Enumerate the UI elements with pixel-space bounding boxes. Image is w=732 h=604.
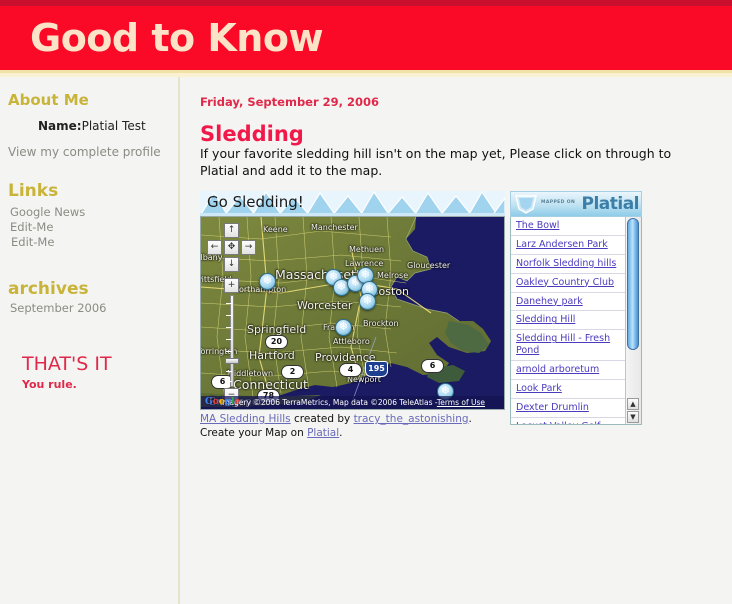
- main-content: Friday, September 29, 2006 Sledding If y…: [180, 77, 732, 604]
- zoom-tick: [226, 351, 232, 353]
- sidebar-footer-thats-it: THAT'S IT: [22, 353, 112, 375]
- map-caption: MA Sledding Hills created by tracy_the_a…: [200, 413, 500, 440]
- scroll-down-arrow-icon[interactable]: ▼: [627, 411, 639, 424]
- sidebar-heading-about-me: About Me: [8, 91, 89, 109]
- site-title: Good to Know: [30, 16, 324, 60]
- sidebar-link-edit-me-2[interactable]: Edit-Me: [11, 235, 178, 249]
- platial-place-list-box: The Bowl Larz Andersen Park Norfolk Sled…: [510, 217, 642, 426]
- page-body: About Me Name:Platial Test View my compl…: [0, 77, 732, 604]
- map-canvas[interactable]: Massachusetts Connecticut Keene Manchest…: [200, 216, 505, 411]
- snowflake-marker[interactable]: [335, 319, 352, 337]
- platial-list-widget: MAPPED ON Platial The Bowl Larz Andersen…: [510, 191, 642, 426]
- map-header-banner: Go Sledding!: [200, 191, 505, 217]
- view-complete-profile-link[interactable]: View my complete profile: [8, 145, 178, 159]
- sidebar-heading-archives: archives: [8, 279, 89, 299]
- map-pan-right-button[interactable]: →: [241, 240, 256, 256]
- post-body: If your favorite sledding hill isn't on …: [200, 146, 672, 178]
- list-item[interactable]: arnold arboretum: [511, 361, 625, 380]
- map-author-link[interactable]: tracy_the_astonishing: [354, 413, 469, 425]
- list-item[interactable]: Sledding Hill - Fresh Pond: [511, 330, 625, 362]
- sidebar-link-google-news[interactable]: Google News: [10, 205, 178, 219]
- place-link-dexter-drumlin[interactable]: Dexter Drumlin: [516, 402, 589, 413]
- place-link-sledding-hill[interactable]: Sledding Hill: [516, 314, 575, 325]
- zoom-tick: [226, 327, 232, 329]
- profile-name-label: Name:: [38, 119, 82, 133]
- list-item[interactable]: Oakley Country Club: [511, 274, 625, 293]
- map-pan-down-button[interactable]: ↓: [224, 257, 239, 273]
- place-link-larz-andersen-park[interactable]: Larz Andersen Park: [516, 239, 608, 250]
- list-item[interactable]: Larz Andersen Park: [511, 236, 625, 255]
- caption-period: .: [339, 426, 343, 439]
- list-item[interactable]: Norfolk Sledding hills: [511, 255, 625, 274]
- highway-shield-20: 20: [265, 335, 288, 350]
- map-terms-of-use-link[interactable]: Terms of Use: [437, 398, 485, 407]
- sidebar: About Me Name:Platial Test View my compl…: [0, 77, 180, 604]
- snowflake-marker[interactable]: [259, 273, 276, 291]
- highway-shield-i195: 195: [365, 361, 388, 378]
- highway-shield-6b: 6: [421, 359, 444, 374]
- highway-shield-4: 4: [339, 363, 362, 378]
- zoom-tick: [226, 303, 232, 305]
- zoom-tick: [226, 381, 232, 383]
- caption-created-by: created by: [294, 413, 351, 426]
- map-name-link[interactable]: MA Sledding Hills: [200, 413, 291, 425]
- list-item[interactable]: The Bowl: [511, 217, 625, 236]
- scrollbar-thumb[interactable]: [627, 218, 639, 351]
- highway-shield-2: 2: [281, 365, 304, 380]
- profile-name-value: Platial Test: [81, 119, 146, 133]
- map-zoom-slider-thumb[interactable]: [225, 358, 239, 365]
- place-link-danehey-park[interactable]: Danehey park: [516, 296, 583, 307]
- google-logo: Google: [205, 397, 241, 408]
- place-link-norfolk-sledding-hills[interactable]: Norfolk Sledding hills: [516, 258, 616, 269]
- sidebar-archive-september-2006[interactable]: September 2006: [10, 301, 178, 315]
- sidebar-heading-links: Links: [8, 181, 59, 201]
- map-center-button[interactable]: ✥: [224, 240, 239, 256]
- zoom-tick: [226, 339, 232, 341]
- list-item[interactable]: Danehey park: [511, 293, 625, 312]
- platial-wordmark: Platial: [581, 194, 639, 215]
- map-zoom-in-button[interactable]: +: [224, 278, 239, 294]
- map-widget: Go Sledding! Massachusetts Connecticut K…: [200, 191, 505, 440]
- platial-branding-header: MAPPED ON Platial: [510, 191, 642, 218]
- scroll-up-arrow-icon[interactable]: ▲: [627, 398, 639, 411]
- profile-name-line: Name:Platial Test: [38, 119, 178, 133]
- platial-link[interactable]: Platial: [307, 427, 339, 439]
- place-link-locust-valley-golf[interactable]: Locust Valley Golf: [516, 421, 600, 424]
- list-item[interactable]: Locust Valley Golf: [511, 418, 625, 424]
- sidebar-link-edit-me-1[interactable]: Edit-Me: [10, 220, 178, 234]
- place-list-scrollbar[interactable]: ▲ ▼: [625, 217, 641, 425]
- map-pan-up-button[interactable]: ↑: [224, 223, 239, 239]
- sidebar-footer-you-rule: You rule.: [22, 378, 77, 391]
- zoom-tick: [226, 315, 232, 317]
- post-title: Sledding: [200, 122, 304, 146]
- widget-row: Go Sledding! Massachusetts Connecticut K…: [200, 191, 732, 440]
- platial-place-list: The Bowl Larz Andersen Park Norfolk Sled…: [511, 217, 625, 424]
- list-item[interactable]: Look Park: [511, 380, 625, 399]
- place-link-sledding-hill-fresh-pond[interactable]: Sledding Hill - Fresh Pond: [516, 333, 610, 356]
- place-link-look-park[interactable]: Look Park: [516, 383, 562, 394]
- platial-logo-icon: [515, 195, 537, 214]
- place-link-arnold-arboretum[interactable]: arnold arboretum: [516, 364, 599, 375]
- list-item[interactable]: Dexter Drumlin: [511, 399, 625, 418]
- map-header-label: Go Sledding!: [207, 193, 304, 212]
- sidebar-links-list: Google News Edit-Me Edit-Me: [0, 205, 178, 249]
- site-banner: Good to Know: [0, 6, 732, 73]
- map-zoom-slider-track[interactable]: [230, 295, 234, 388]
- map-attribution-bar: Imagery ©2006 TerraMetrics, Map data ©20…: [201, 396, 504, 410]
- zoom-tick: [226, 371, 232, 373]
- place-link-oakley-country-club[interactable]: Oakley Country Club: [516, 277, 614, 288]
- map-pan-left-button[interactable]: ←: [207, 240, 222, 256]
- snowflake-marker[interactable]: [359, 293, 376, 311]
- platial-mapped-on-label: MAPPED ON: [541, 200, 576, 206]
- list-item[interactable]: Sledding Hill: [511, 311, 625, 331]
- map-attribution-text: Imagery ©2006 TerraMetrics, Map data ©20…: [219, 398, 437, 408]
- place-link-the-bowl[interactable]: The Bowl: [516, 220, 559, 231]
- post-date: Friday, September 29, 2006: [200, 95, 380, 109]
